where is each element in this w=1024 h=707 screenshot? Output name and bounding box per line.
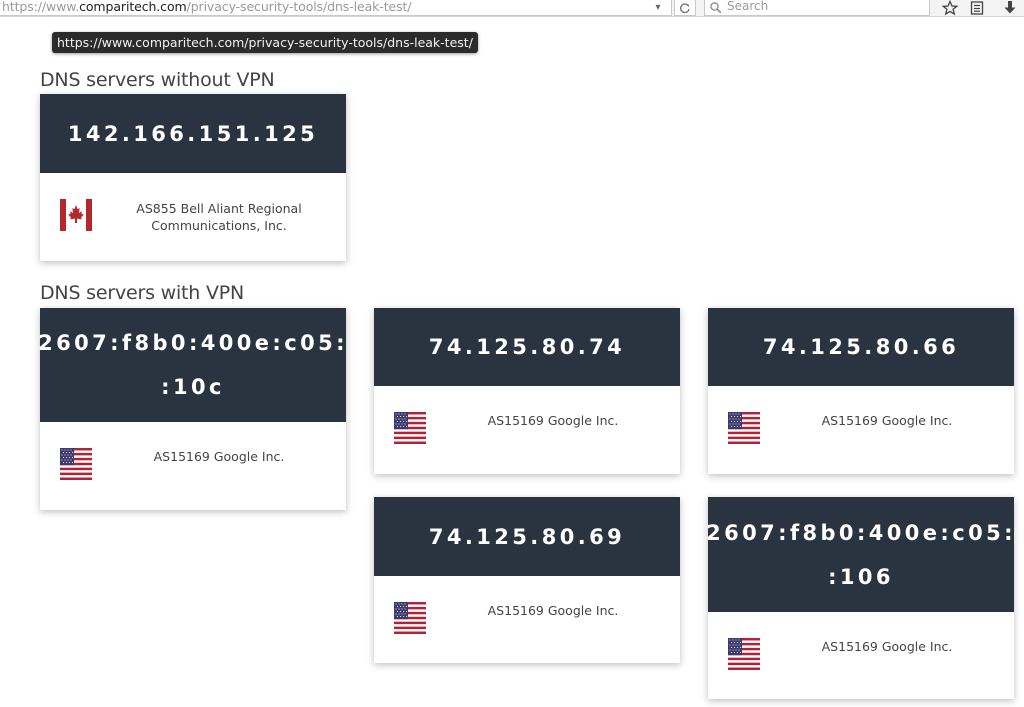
url-domain: comparitech.com xyxy=(79,0,187,14)
url-text: https://www.comparitech.com/privacy-secu… xyxy=(2,0,412,14)
search-input[interactable]: Search xyxy=(704,0,930,16)
section-title-without-vpn: DNS servers without VPN xyxy=(40,69,275,91)
isp-name: AS855 Bell Aliant Regional Communication… xyxy=(136,201,302,233)
reload-icon xyxy=(679,3,690,14)
canada-flag-icon xyxy=(60,199,92,231)
isp-name: AS15169 Google Inc. xyxy=(821,413,953,428)
dns-server-card: 2607:f8b0:400e:c05: :10c AS15169 Google … xyxy=(38,308,348,510)
dns-server-ip: 74.125.80.74 xyxy=(374,308,680,386)
search-placeholder: Search xyxy=(727,0,769,13)
usa-flag-icon xyxy=(60,448,92,480)
url-tooltip: https://www.comparitech.com/privacy-secu… xyxy=(52,32,478,53)
usa-flag-icon xyxy=(728,412,760,444)
search-icon xyxy=(710,2,722,14)
isp-name: AS15169 Google Inc. xyxy=(487,603,619,618)
dns-server-ip-line2: :10c xyxy=(161,375,225,399)
address-bar[interactable]: https://www.comparitech.com/privacy-secu… xyxy=(0,0,672,16)
chevron-down-icon[interactable]: ▾ xyxy=(649,0,667,16)
reload-button[interactable] xyxy=(674,0,696,16)
dns-server-ip: 2607:f8b0:400e:c05: :106 xyxy=(706,497,1016,612)
dns-server-ip: 74.125.80.69 xyxy=(374,497,680,576)
dns-server-ip-line1: 2607:f8b0:400e:c05: xyxy=(706,520,1016,545)
dns-server-card: 74.125.80.66 AS15169 Google Inc. xyxy=(708,308,1014,474)
url-path: /privacy-security-tools/dns-leak-test/ xyxy=(186,0,412,14)
url-prefix: https://www. xyxy=(2,0,80,14)
bookmark-star-icon[interactable] xyxy=(940,0,960,16)
usa-flag-icon xyxy=(728,638,760,670)
isp-name: AS15169 Google Inc. xyxy=(487,413,619,428)
browser-toolbar: https://www.comparitech.com/privacy-secu… xyxy=(0,0,1024,17)
isp-name: AS15169 Google Inc. xyxy=(821,639,953,654)
isp-name: AS15169 Google Inc. xyxy=(153,449,285,464)
dns-server-card: 74.125.80.74 AS15169 Google Inc. xyxy=(374,308,680,474)
dns-server-ip: 142.166.151.125 xyxy=(40,94,346,173)
usa-flag-icon xyxy=(394,412,426,444)
dns-server-ip-line1: 2607:f8b0:400e:c05: xyxy=(38,331,348,355)
download-icon[interactable] xyxy=(1000,0,1020,16)
dns-server-ip: 74.125.80.66 xyxy=(708,308,1014,386)
dns-server-card: 2607:f8b0:400e:c05: :106 AS15169 Google … xyxy=(706,497,1016,699)
reading-list-icon[interactable] xyxy=(967,0,987,16)
section-title-with-vpn: DNS servers with VPN xyxy=(40,282,245,304)
dns-server-card: 142.166.151.125 AS855 Bell Aliant Region… xyxy=(40,94,346,261)
usa-flag-icon xyxy=(394,602,426,634)
dns-server-ip: 2607:f8b0:400e:c05: :10c xyxy=(38,308,348,422)
dns-server-card: 74.125.80.69 AS15169 Google Inc. xyxy=(374,497,680,663)
dns-server-ip-line2: :106 xyxy=(828,564,894,589)
